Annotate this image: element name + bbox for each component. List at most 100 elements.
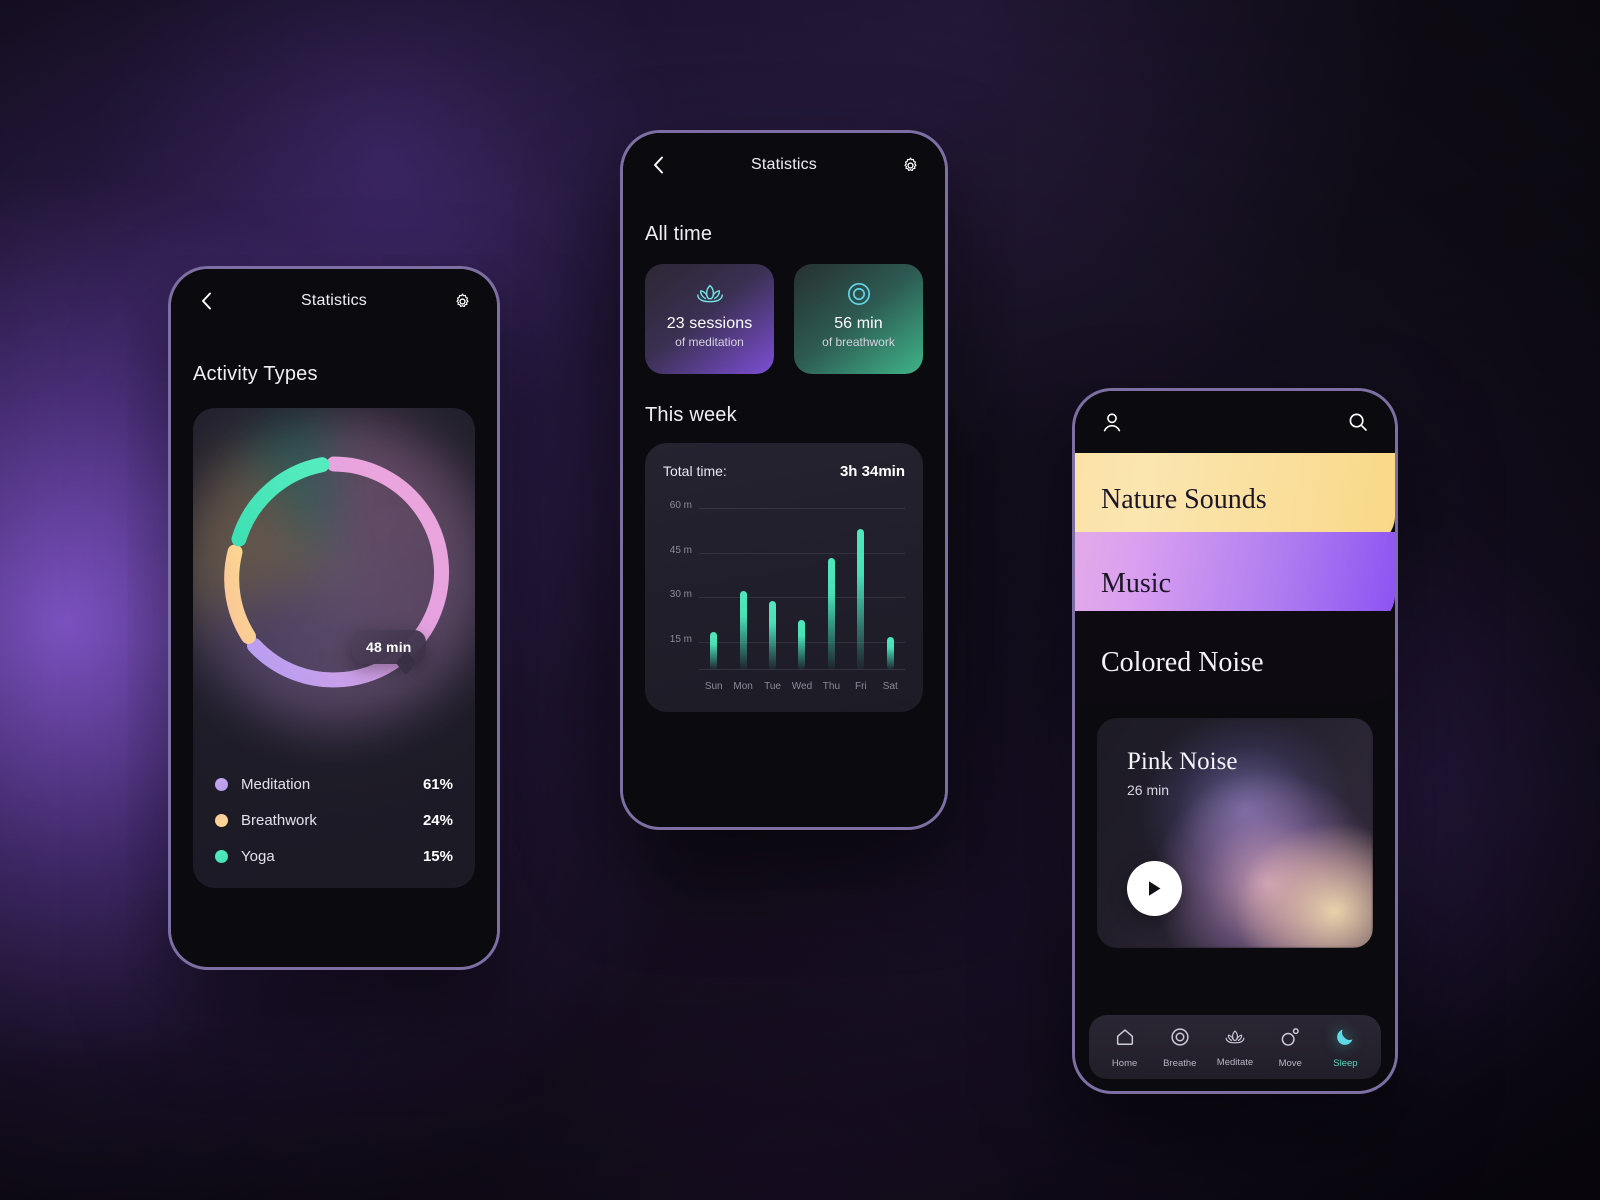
- sounds-header: [1075, 391, 1395, 453]
- donut-chart: 48 min: [193, 416, 475, 728]
- phone-sounds-library: Nature Sounds Music Colored Noise Pink N…: [1072, 388, 1398, 1094]
- track-duration: 26 min: [1127, 782, 1170, 798]
- section-title-activity-types: Activity Types: [193, 363, 318, 385]
- chart-x-labels: Sun Mon Tue Wed Thu Fri Sat: [699, 674, 905, 698]
- stat-card-caption: of breathwork: [822, 335, 895, 349]
- chevron-left-icon: [201, 292, 211, 310]
- legend-label: Breathwork: [241, 811, 317, 829]
- bar-fri[interactable]: [857, 529, 865, 670]
- bar-column: [876, 508, 905, 670]
- activity-donut-card: 48 min Meditation 61% Breathwork 24% Yog…: [193, 408, 475, 888]
- lotus-icon: [1223, 1027, 1247, 1052]
- legend-item-yoga[interactable]: Yoga 15%: [215, 838, 453, 874]
- category-label: Music: [1101, 567, 1171, 599]
- lotus-icon-wrap: [695, 280, 725, 308]
- tab-label: Meditate: [1216, 1056, 1254, 1068]
- tab-label: Sleep: [1333, 1057, 1358, 1069]
- chart-header: Total time: 3h 34min: [663, 463, 905, 480]
- tab-move[interactable]: Move: [1263, 1026, 1318, 1069]
- total-time-label: Total time:: [663, 463, 727, 479]
- legend-dot-meditation: [215, 777, 228, 791]
- bar-column: [699, 508, 728, 670]
- tab-sleep[interactable]: Sleep: [1318, 1026, 1373, 1069]
- back-button[interactable]: [193, 288, 219, 314]
- activity-body: Activity Types 48 min Meditation 61% Bre…: [171, 363, 497, 888]
- gear-icon: [903, 156, 917, 171]
- gear-icon: [455, 292, 469, 307]
- appbar: Statistics: [171, 269, 497, 333]
- legend-label: Meditation: [241, 775, 311, 793]
- legend-value: 24%: [422, 811, 453, 829]
- home-icon: [1114, 1026, 1136, 1053]
- tab-home[interactable]: Home: [1097, 1026, 1152, 1069]
- legend-dot-breathwork: [215, 813, 228, 827]
- settings-button[interactable]: [897, 152, 923, 178]
- legend-item-breathwork[interactable]: Breathwork 24%: [215, 802, 453, 838]
- legend-value: 15%: [422, 847, 453, 865]
- activity-legend: Meditation 61% Breathwork 24% Yoga 15%: [193, 766, 475, 874]
- legend-dot-yoga: [215, 849, 228, 863]
- chart-bars: [699, 508, 905, 670]
- user-icon: [1103, 412, 1121, 431]
- bar-column: [817, 508, 846, 670]
- bar-column: [728, 508, 757, 670]
- search-button[interactable]: [1345, 409, 1371, 435]
- bar-column: [846, 508, 875, 670]
- ytick-label: 45 m: [669, 544, 692, 556]
- back-button[interactable]: [645, 152, 671, 178]
- bar-column: [758, 508, 787, 670]
- section-title-all-time: All time: [645, 223, 713, 245]
- category-label: Colored Noise: [1101, 646, 1264, 678]
- phone-statistics-overview: Statistics All time 23 sessions of medit…: [620, 130, 948, 830]
- category-label: Nature Sounds: [1101, 483, 1267, 515]
- legend-item-meditation[interactable]: Meditation 61%: [215, 766, 453, 802]
- bar-tue[interactable]: [769, 600, 777, 670]
- tab-label: Home: [1111, 1057, 1138, 1069]
- stat-card-meditation[interactable]: 23 sessions of meditation: [645, 264, 774, 374]
- bar-sun[interactable]: [710, 631, 718, 670]
- xtick-label: Fri: [854, 680, 867, 692]
- tab-label: Move: [1278, 1057, 1302, 1069]
- donut-svg: [224, 456, 450, 688]
- tab-breathe[interactable]: Breathe: [1152, 1026, 1207, 1069]
- stat-card-value: 56 min: [834, 315, 883, 332]
- xtick-label: Tue: [764, 680, 781, 692]
- ytick-label: 60 m: [669, 500, 692, 511]
- search-icon: [1349, 413, 1367, 431]
- bar-sat[interactable]: [886, 636, 894, 670]
- legend-value: 61%: [422, 775, 453, 793]
- now-playing-card[interactable]: Pink Noise 26 min: [1097, 718, 1373, 948]
- lotus-icon: [696, 284, 723, 303]
- play-button[interactable]: [1127, 861, 1182, 916]
- category-colored-noise[interactable]: Colored Noise: [1075, 611, 1395, 704]
- bar-wed[interactable]: [798, 619, 806, 670]
- bar-thu[interactable]: [827, 558, 835, 670]
- donut-segment-yoga: [231, 457, 330, 547]
- xtick-label: Sat: [882, 680, 898, 692]
- target-circle-icon: [1169, 1026, 1191, 1053]
- target-circle-icon-wrap: [846, 280, 872, 308]
- track-title: Pink Noise: [1127, 748, 1238, 775]
- screen-sounds: Nature Sounds Music Colored Noise Pink N…: [1075, 391, 1395, 1091]
- bar-mon[interactable]: [739, 591, 747, 670]
- donut-tooltip: 48 min: [352, 630, 426, 664]
- week-bar-chart: 60 m 45 m 30 m 15 m Sun Mon Tue Wed Thu Fri Sa…: [663, 500, 905, 698]
- tab-meditate[interactable]: Meditate: [1207, 1027, 1262, 1068]
- target-circle-icon: [847, 283, 870, 305]
- all-time-cards: 23 sessions of meditation 56 min of brea…: [645, 264, 923, 374]
- bottom-tab-bar: Home Breathe Meditate Move Sleep: [1089, 1015, 1381, 1079]
- donut-segment-breathwork: [224, 544, 256, 644]
- bar-column: [787, 508, 816, 670]
- canvas: Statistics Activity Types 48 min Meditat…: [0, 0, 1600, 1200]
- profile-button[interactable]: [1099, 409, 1125, 435]
- stat-card-breathwork[interactable]: 56 min of breathwork: [794, 264, 923, 374]
- play-icon: [1149, 881, 1161, 896]
- xtick-label: Mon: [733, 680, 753, 692]
- screen-statistics: Statistics All time 23 sessions of medit…: [623, 133, 945, 827]
- screen-activity-types: Statistics Activity Types 48 min Meditat…: [171, 269, 497, 967]
- tab-label: Breathe: [1163, 1057, 1197, 1069]
- phone-statistics-activity: Statistics Activity Types 48 min Meditat…: [168, 266, 500, 970]
- stat-card-caption: of meditation: [675, 335, 744, 349]
- settings-button[interactable]: [449, 288, 475, 314]
- xtick-label: Sun: [704, 680, 723, 692]
